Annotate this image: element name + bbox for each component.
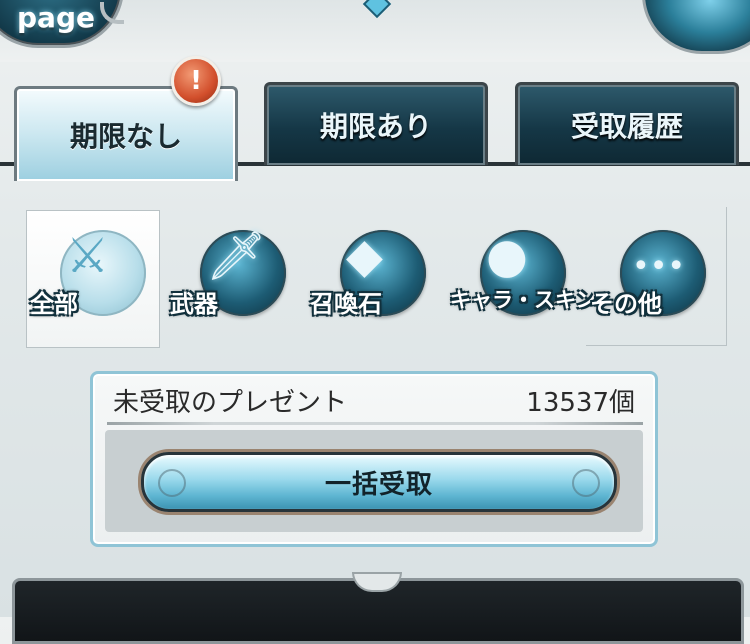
category-label: 全部 <box>30 290 78 318</box>
category-summons[interactable]: ◆ 召喚石 <box>310 222 428 334</box>
unclaimed-presents-panel: 未受取のプレゼント 13537個 一括受取 <box>90 371 658 547</box>
character-icon: ● <box>486 228 528 284</box>
tab-label: 期限あり <box>319 110 432 143</box>
alert-badge-icon: ! <box>171 56 221 106</box>
ornament-icon <box>158 469 186 497</box>
collect-all-label: 一括受取 <box>324 469 433 500</box>
category-label: キャラ・スキン <box>450 288 597 312</box>
tab-label: 期限なし <box>69 120 182 153</box>
ornament-icon <box>572 469 600 497</box>
panel-divider <box>107 422 643 425</box>
unclaimed-presents-label: 未受取のプレゼント <box>113 388 348 418</box>
category-label: 武器 <box>170 290 218 318</box>
category-characters-skins[interactable]: ● キャラ・スキン <box>450 222 596 334</box>
page-label: page <box>17 1 95 34</box>
category-label: 召喚石 <box>310 290 382 318</box>
tab-receive-history[interactable]: 受取履歴 <box>515 82 739 165</box>
all-items-icon: ⚔ <box>66 228 110 284</box>
tab-with-expiry[interactable]: 期限あり <box>264 82 488 165</box>
unclaimed-presents-count: 13537個 <box>526 388 635 418</box>
more-dots-icon: ••• <box>632 249 686 284</box>
crystal-icon: ◆ <box>346 228 383 284</box>
collect-all-button[interactable]: 一括受取 <box>141 452 617 512</box>
sword-icon: 🗡 <box>206 228 267 284</box>
category-weapons[interactable]: 🗡 武器 <box>170 222 288 334</box>
category-all[interactable]: ⚔ 全部 <box>30 222 148 334</box>
tab-label: 受取履歴 <box>570 110 683 143</box>
category-other[interactable]: ••• その他 <box>590 222 708 334</box>
category-label: その他 <box>590 290 662 318</box>
